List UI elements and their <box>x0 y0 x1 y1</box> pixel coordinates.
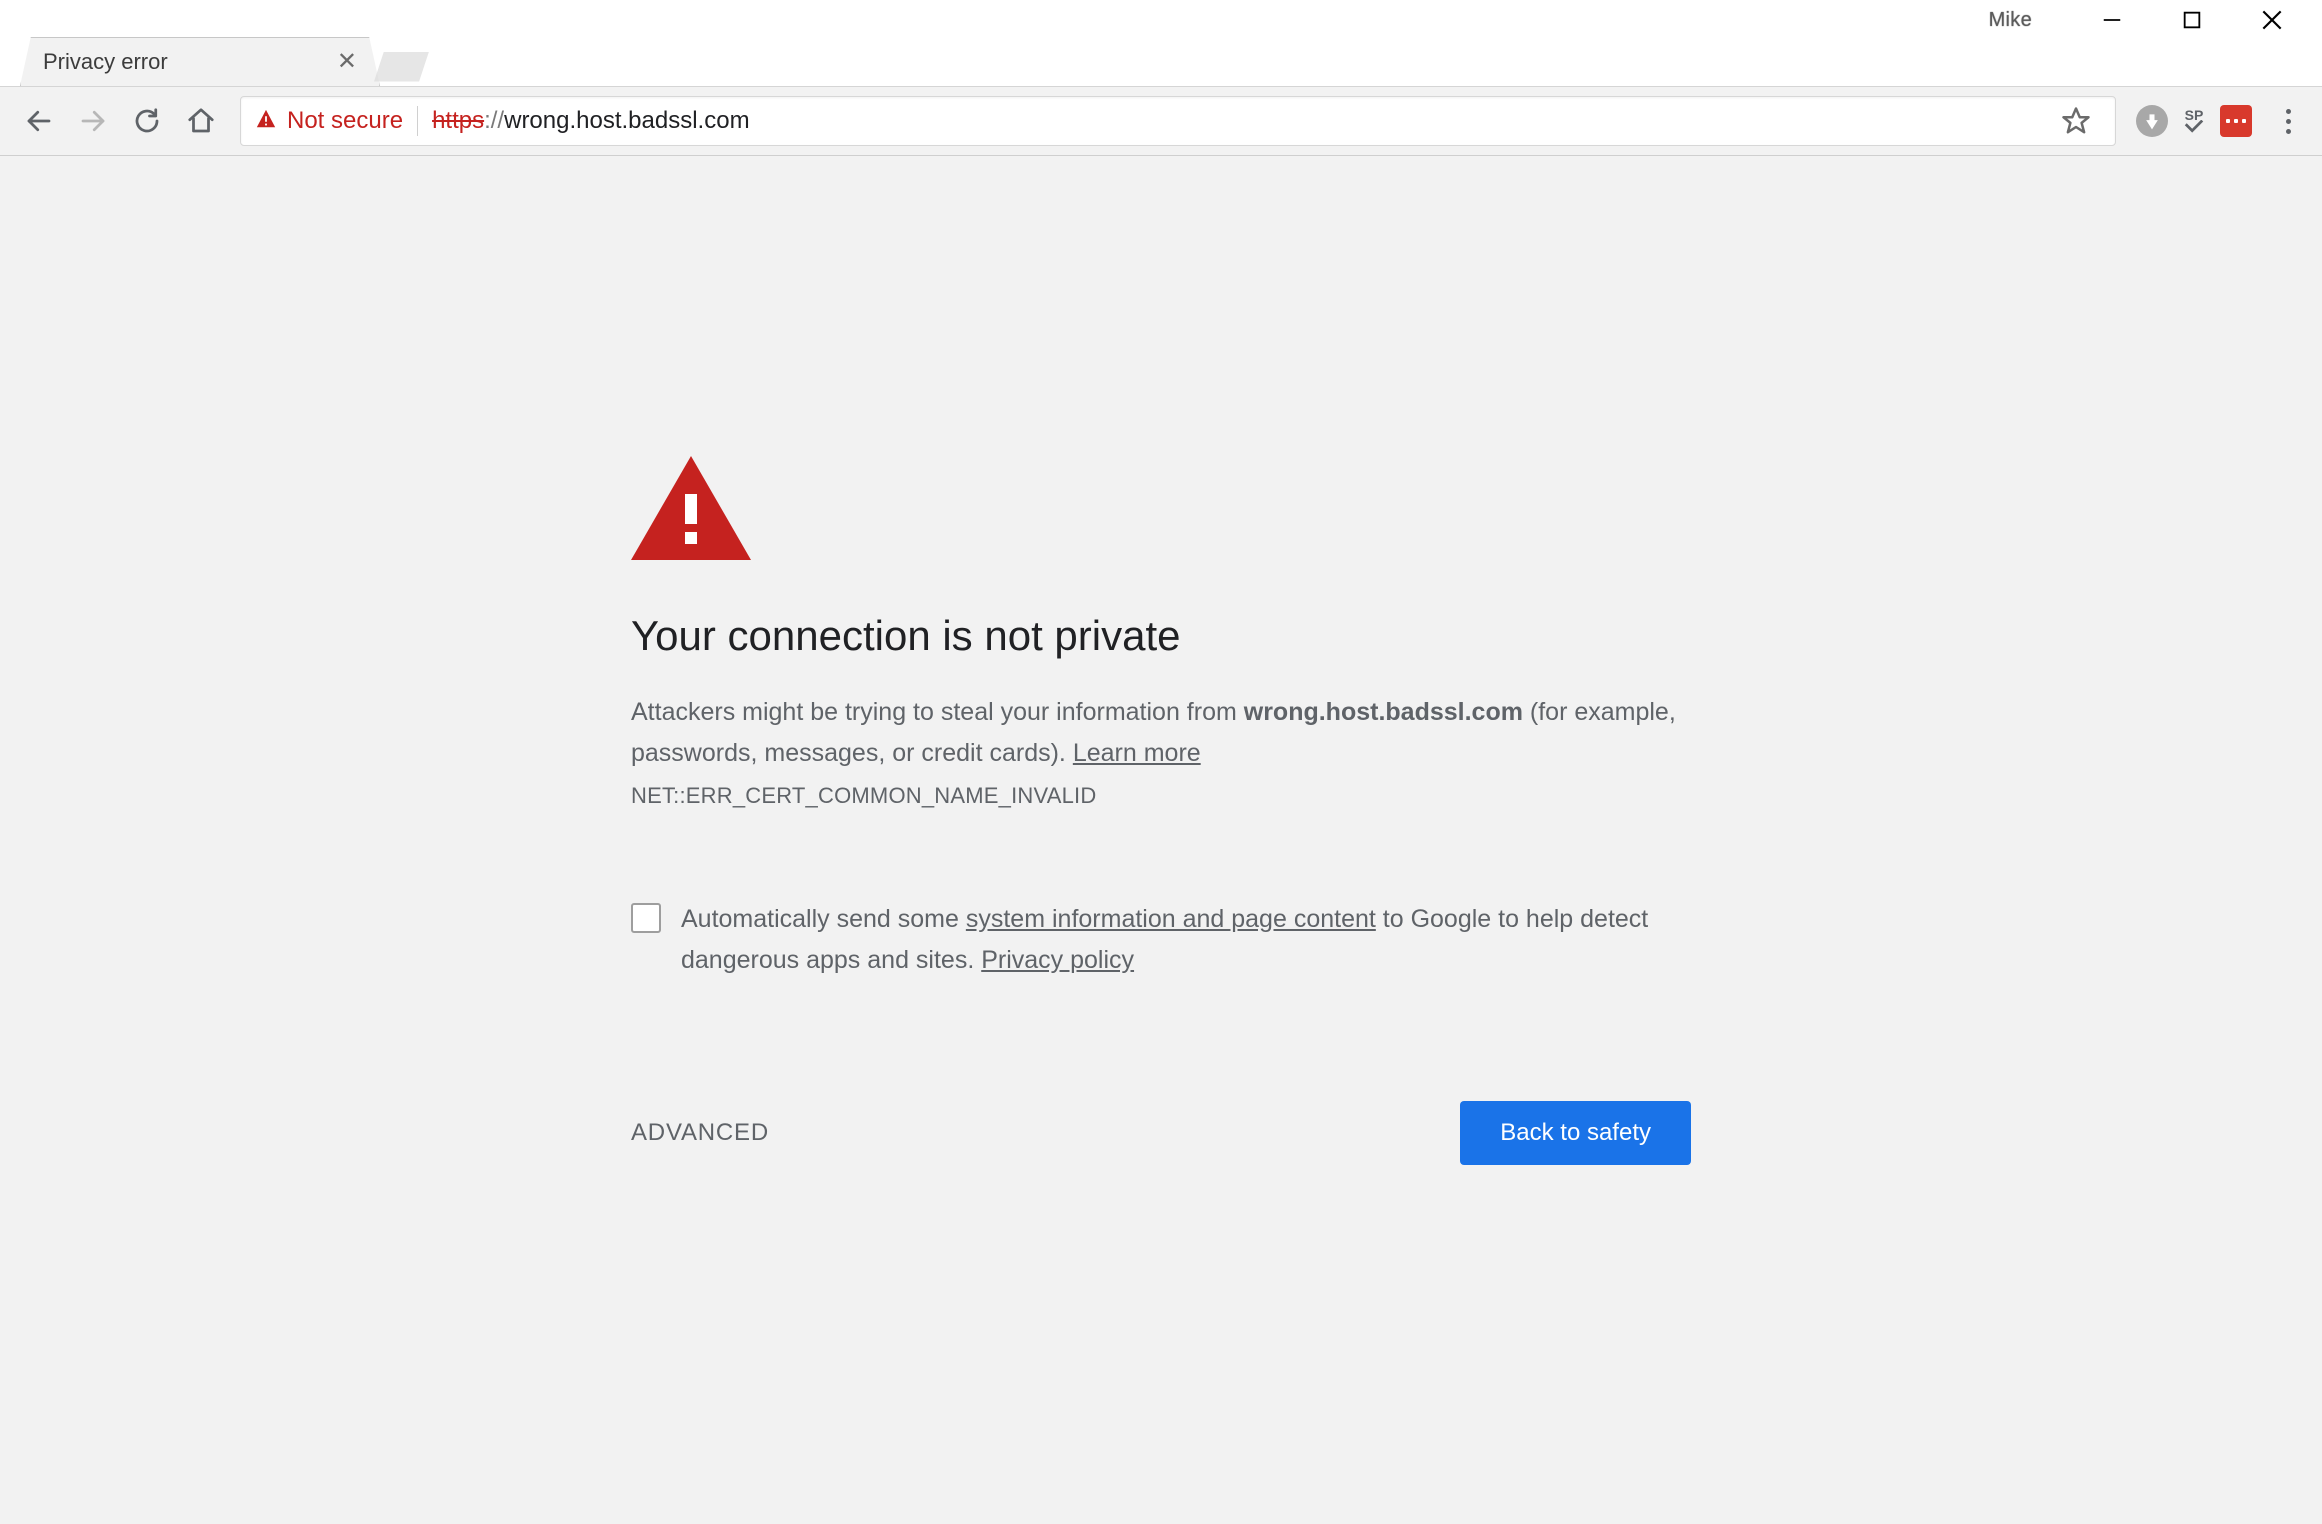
window-caption: Mike <box>0 0 2322 40</box>
privacy-policy-link[interactable]: Privacy policy <box>981 946 1134 974</box>
url-text: https://wrong.host.badssl.com <box>432 107 750 135</box>
tab-strip: Privacy error ✕ <box>0 37 2322 86</box>
error-code: NET::ERR_CERT_COMMON_NAME_INVALID <box>631 783 1691 809</box>
warning-triangle-icon <box>631 456 1691 560</box>
profile-user-label[interactable]: Mike <box>1989 9 2032 32</box>
back-button[interactable] <box>14 96 64 146</box>
window-maximize-button[interactable] <box>2152 0 2232 40</box>
toolbar: Not secure https://wrong.host.badssl.com… <box>0 86 2322 156</box>
home-button[interactable] <box>176 96 226 146</box>
warning-paragraph: Attackers might be trying to steal your … <box>631 692 1691 775</box>
reload-button[interactable] <box>122 96 172 146</box>
window-controls <box>2072 0 2312 40</box>
page-headline: Your connection is not private <box>631 612 1691 660</box>
back-to-safety-button[interactable]: Back to safety <box>1460 1101 1691 1165</box>
bookmark-star-icon[interactable] <box>2051 96 2101 146</box>
new-tab-button[interactable] <box>374 52 429 82</box>
optin-row: Automatically send some system informati… <box>631 899 1691 982</box>
page-content: Your connection is not private Attackers… <box>0 156 2322 1524</box>
separator <box>417 106 418 136</box>
optin-checkbox[interactable] <box>631 903 661 933</box>
action-row: ADVANCED Back to safety <box>631 1101 1691 1165</box>
window-close-button[interactable] <box>2232 0 2312 40</box>
tab-title: Privacy error <box>43 49 337 75</box>
security-warning-icon <box>255 108 277 135</box>
extension-icons: SP <box>2136 101 2308 141</box>
extension-offline-icon[interactable] <box>2136 105 2168 137</box>
extension-lastpass-icon[interactable] <box>2220 105 2252 137</box>
tab-close-button[interactable]: ✕ <box>337 50 357 74</box>
window-minimize-button[interactable] <box>2072 0 2152 40</box>
browser-menu-button[interactable] <box>2268 101 2308 141</box>
browser-tab[interactable]: Privacy error ✕ <box>20 37 380 86</box>
extension-sp-icon[interactable]: SP <box>2178 105 2210 137</box>
address-bar[interactable]: Not secure https://wrong.host.badssl.com <box>240 96 2116 146</box>
warning-host: wrong.host.badssl.com <box>1244 698 1523 726</box>
ssl-interstitial: Your connection is not private Attackers… <box>631 456 1691 1165</box>
learn-more-link[interactable]: Learn more <box>1073 739 1201 767</box>
forward-button[interactable] <box>68 96 118 146</box>
security-status-label: Not secure <box>287 107 403 135</box>
advanced-button[interactable]: ADVANCED <box>631 1119 769 1147</box>
optin-text: Automatically send some system informati… <box>681 899 1691 982</box>
system-info-link[interactable]: system information and page content <box>966 905 1376 933</box>
